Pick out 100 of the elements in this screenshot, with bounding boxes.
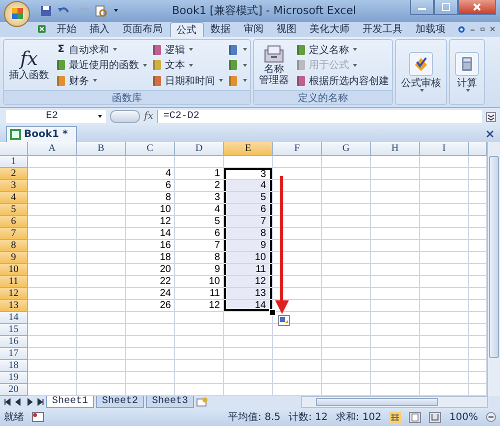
- row-header[interactable]: 19: [0, 372, 28, 384]
- sheet-tab[interactable]: Sheet2: [96, 396, 144, 408]
- save-icon[interactable]: [40, 4, 52, 17]
- ribbon-tab[interactable]: 页面布局: [116, 22, 169, 37]
- column-header[interactable]: G: [322, 142, 371, 156]
- scrollbar-thumb[interactable]: [316, 398, 438, 406]
- column-header[interactable]: F: [273, 142, 322, 156]
- row-header[interactable]: 16: [0, 336, 28, 348]
- sheet-tab[interactable]: Sheet3: [146, 396, 194, 408]
- help-icon[interactable]: [458, 24, 465, 35]
- zoom-level[interactable]: 100%: [449, 412, 478, 423]
- ribbon-button[interactable]: 名称 管理器: [257, 42, 291, 88]
- row-header[interactable]: 11: [0, 276, 28, 288]
- table-cell: [420, 168, 469, 180]
- row-header[interactable]: 5: [0, 204, 28, 216]
- ribbon-tab[interactable]: 美化大师: [304, 22, 356, 37]
- zoom-out-icon[interactable]: [486, 412, 496, 422]
- formula-bar-handle[interactable]: [110, 110, 140, 124]
- table-cell: [420, 372, 469, 384]
- column-header[interactable]: E: [224, 142, 273, 156]
- ribbon-tab[interactable]: 开始: [50, 22, 83, 37]
- normal-view-icon[interactable]: [389, 412, 402, 423]
- row-header[interactable]: 3: [0, 180, 28, 192]
- table-cell: [28, 192, 77, 204]
- row-header[interactable]: 1: [0, 156, 28, 168]
- column-header[interactable]: B: [77, 142, 126, 156]
- excel-icon[interactable]: [38, 23, 46, 36]
- minimize-button[interactable]: [410, 0, 434, 15]
- row-header[interactable]: 17: [0, 348, 28, 360]
- insert-function-button[interactable]: fx: [144, 111, 154, 122]
- row-header[interactable]: 18: [0, 360, 28, 372]
- caret-icon[interactable]: [98, 115, 102, 118]
- office-button[interactable]: [4, 0, 30, 27]
- page-break-icon[interactable]: [429, 412, 442, 423]
- close-icon[interactable]: [486, 130, 494, 138]
- ribbon-tab[interactable]: 加载项: [410, 22, 452, 37]
- row-header[interactable]: 8: [0, 240, 28, 252]
- ribbon-button[interactable]: 财务: [55, 74, 147, 88]
- row-header[interactable]: 4: [0, 192, 28, 204]
- insert-sheet-icon[interactable]: [196, 397, 208, 408]
- table-cell: [322, 264, 371, 276]
- vertical-scrollbar[interactable]: [487, 142, 500, 396]
- column-header[interactable]: A: [28, 142, 77, 156]
- row-header[interactable]: 15: [0, 324, 28, 336]
- print-preview-icon[interactable]: [95, 4, 107, 17]
- maximize-button[interactable]: [434, 0, 458, 15]
- close-button[interactable]: [458, 0, 496, 15]
- ribbon-button[interactable]: 公式审核: [399, 50, 443, 94]
- horizontal-scrollbar[interactable]: [301, 396, 488, 408]
- column-header[interactable]: H: [371, 142, 420, 156]
- column-header[interactable]: I: [420, 142, 469, 156]
- row-header[interactable]: 9: [0, 252, 28, 264]
- ribbon-tab[interactable]: 视图: [270, 22, 303, 37]
- ribbon-button[interactable]: 计算: [453, 50, 481, 94]
- row-header[interactable]: 6: [0, 216, 28, 228]
- ribbon-tab[interactable]: 开发工具: [356, 22, 409, 37]
- table-cell: [322, 348, 371, 360]
- ribbon-button[interactable]: 最近使用的函数: [55, 58, 147, 72]
- ribbon-button[interactable]: 日期和时间: [151, 74, 223, 88]
- name-box[interactable]: E2: [6, 110, 106, 124]
- scrollbar-thumb[interactable]: [489, 156, 499, 358]
- auto-fill-options-icon[interactable]: [278, 315, 290, 326]
- fill-handle[interactable]: [269, 309, 276, 316]
- customize-caret-icon[interactable]: [114, 9, 118, 12]
- ribbon-button[interactable]: fx 插入函数: [7, 47, 51, 83]
- ribbon-tab[interactable]: 数据: [204, 22, 237, 37]
- page-layout-icon[interactable]: [409, 412, 422, 423]
- table-cell: [175, 312, 224, 324]
- row-header[interactable]: 10: [0, 264, 28, 276]
- table-cell: [371, 156, 420, 168]
- ribbon-tab[interactable]: 公式: [170, 22, 204, 37]
- ribbon-tab[interactable]: 插入: [84, 22, 116, 37]
- ribbon-button[interactable]: 文本: [151, 58, 223, 72]
- ribbon-button[interactable]: 定义名称: [295, 42, 389, 57]
- function-category-button[interactable]: [227, 74, 247, 88]
- row-header[interactable]: 13: [0, 300, 28, 312]
- row-header[interactable]: 20: [0, 384, 28, 396]
- row-header[interactable]: 7: [0, 228, 28, 240]
- table-cell: 26: [126, 300, 175, 312]
- ribbon-button[interactable]: 根据所选内容创建: [295, 74, 389, 88]
- ribbon-tab[interactable]: 审阅: [238, 22, 270, 37]
- macro-record-icon[interactable]: [32, 412, 44, 422]
- formula-field[interactable]: =C2-D2: [157, 110, 482, 124]
- sheet-navigation-icon[interactable]: [4, 398, 44, 406]
- expand-icon[interactable]: [486, 112, 496, 122]
- ribbon-button[interactable]: 逻辑: [151, 42, 223, 57]
- workbook-tab[interactable]: Book1 *: [6, 126, 77, 142]
- column-header[interactable]: D: [175, 142, 224, 156]
- column-header[interactable]: C: [126, 142, 175, 156]
- table-cell: 13: [224, 288, 273, 300]
- row-header[interactable]: 2: [0, 168, 28, 180]
- workbook-icon: [10, 129, 21, 140]
- row-header[interactable]: 12: [0, 288, 28, 300]
- ribbon-button[interactable]: Σ 自动求和: [55, 42, 147, 57]
- row-header[interactable]: 14: [0, 312, 28, 324]
- sheet-tab[interactable]: Sheet1: [46, 396, 94, 408]
- function-category-button[interactable]: [227, 58, 247, 72]
- function-category-button[interactable]: [227, 42, 247, 57]
- restore-icon[interactable]: [480, 25, 485, 34]
- close-icon[interactable]: [490, 25, 495, 34]
